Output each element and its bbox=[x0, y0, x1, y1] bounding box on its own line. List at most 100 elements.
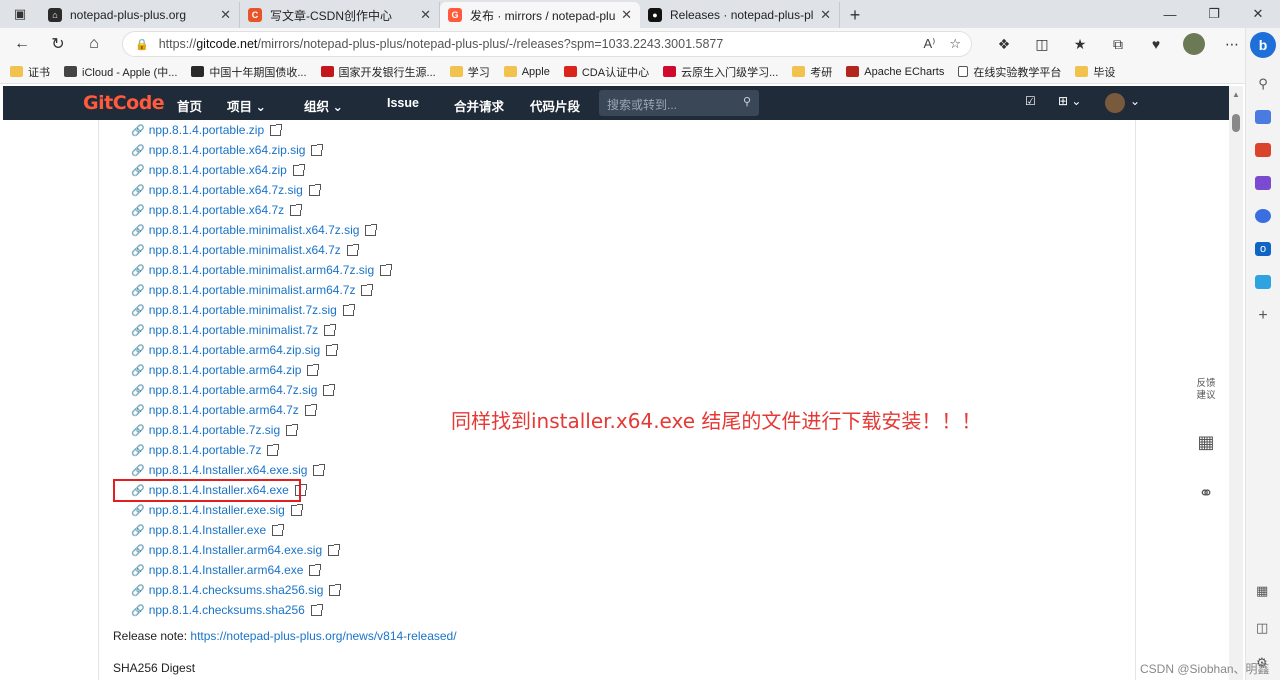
asset-link[interactable]: 🔗 npp.8.1.4.portable.zip bbox=[131, 120, 391, 140]
bookmark-item[interactable]: iCloud - Apple (中... bbox=[64, 64, 177, 80]
address-bar[interactable]: 🔒 https://gitcode.net/mirrors/notepad-pl… bbox=[122, 31, 972, 57]
close-tab-icon[interactable]: ✕ bbox=[220, 7, 231, 23]
external-link-icon[interactable] bbox=[309, 563, 322, 576]
browser-essentials-icon[interactable]: ♥ bbox=[1137, 36, 1175, 52]
asset-link[interactable]: 🔗 npp.8.1.4.Installer.arm64.exe bbox=[131, 560, 391, 580]
page-scrollbar[interactable]: ▲ bbox=[1229, 86, 1243, 680]
external-link-icon[interactable] bbox=[365, 223, 378, 236]
asset-link[interactable]: 🔗 npp.8.1.4.portable.arm64.zip.sig bbox=[131, 340, 391, 360]
release-note-link[interactable]: https://notepad-plus-plus.org/news/v814-… bbox=[190, 629, 456, 643]
external-link-icon[interactable] bbox=[286, 423, 299, 436]
asset-link[interactable]: 🔗 npp.8.1.4.portable.minimalist.x64.7z bbox=[131, 240, 391, 260]
asset-link[interactable]: 🔗 npp.8.1.4.portable.arm64.7z.sig bbox=[131, 380, 391, 400]
gitcode-search-input[interactable]: 搜索或转到... ⚲ bbox=[599, 90, 759, 116]
home-icon[interactable]: ⌂ bbox=[76, 28, 112, 60]
asset-link[interactable]: 🔗 npp.8.1.4.portable.minimalist.7z.sig bbox=[131, 300, 391, 320]
nav-projects[interactable]: 项目 ⌄ bbox=[227, 96, 266, 115]
nav-merge-requests[interactable]: 合并请求 bbox=[454, 96, 504, 115]
close-tab-icon[interactable]: ✕ bbox=[820, 7, 831, 23]
scroll-thumb[interactable] bbox=[1232, 114, 1240, 132]
extensions-icon[interactable]: ❖ bbox=[985, 36, 1023, 53]
back-icon[interactable]: ← bbox=[4, 28, 40, 60]
asset-link[interactable]: 🔗 npp.8.1.4.portable.7z.sig bbox=[131, 420, 391, 440]
external-link-icon[interactable] bbox=[328, 543, 341, 556]
browser-tab[interactable]: G 发布 · mirrors / notepad-plus-plus ✕ bbox=[440, 2, 640, 28]
create-new-icon[interactable]: ⊞ ⌄ bbox=[1058, 94, 1081, 108]
scroll-up-icon[interactable]: ▲ bbox=[1232, 90, 1240, 99]
profile-avatar[interactable] bbox=[1183, 33, 1205, 55]
external-link-icon[interactable] bbox=[346, 243, 359, 256]
external-link-icon[interactable] bbox=[272, 523, 285, 536]
lock-icon[interactable]: 🔒 bbox=[135, 38, 149, 51]
refresh-icon[interactable]: ↻ bbox=[40, 28, 76, 60]
external-link-icon[interactable] bbox=[307, 363, 320, 376]
asset-link[interactable]: 🔗 npp.8.1.4.Installer.x64.exe.sig bbox=[131, 460, 391, 480]
external-link-icon[interactable] bbox=[323, 383, 336, 396]
external-link-icon[interactable] bbox=[292, 163, 305, 176]
restore-icon[interactable]: ❐ bbox=[1192, 0, 1236, 28]
feedback-button[interactable]: 反馈 建议 bbox=[1196, 378, 1215, 402]
browser-tab[interactable]: ● Releases · notepad-plus-plus/no ✕ bbox=[640, 2, 840, 28]
external-link-icon[interactable] bbox=[290, 203, 303, 216]
bookmark-item[interactable]: 学习 bbox=[449, 64, 490, 80]
external-link-icon[interactable] bbox=[290, 503, 303, 516]
asset-link[interactable]: 🔗 npp.8.1.4.portable.x64.zip.sig bbox=[131, 140, 391, 160]
minimize-icon[interactable]: — bbox=[1148, 0, 1192, 28]
bookmark-item[interactable]: Apple bbox=[503, 66, 550, 78]
external-link-icon[interactable] bbox=[329, 583, 342, 596]
chevron-down-icon[interactable]: ⌄ bbox=[1130, 94, 1140, 108]
external-link-icon[interactable] bbox=[342, 303, 355, 316]
nav-snippets[interactable]: 代码片段 bbox=[530, 96, 580, 115]
send-icon[interactable] bbox=[1255, 275, 1271, 289]
asset-link[interactable]: 🔗 npp.8.1.4.portable.minimalist.x64.7z.si… bbox=[131, 220, 391, 240]
close-tab-icon[interactable]: ✕ bbox=[621, 7, 632, 23]
bookmark-item[interactable]: 毕设 bbox=[1075, 64, 1115, 80]
bookmark-item[interactable]: 国家开发银行生源... bbox=[320, 64, 436, 80]
bing-copilot-icon[interactable]: b bbox=[1250, 32, 1276, 58]
favorites-icon[interactable]: ★ bbox=[1061, 36, 1099, 53]
asset-link[interactable]: 🔗 npp.8.1.4.Installer.arm64.exe.sig bbox=[131, 540, 391, 560]
asset-link[interactable]: 🔗 npp.8.1.4.Installer.exe.sig bbox=[131, 500, 391, 520]
asset-link[interactable]: 🔗 npp.8.1.4.portable.x64.7z bbox=[131, 200, 391, 220]
external-link-icon[interactable] bbox=[308, 183, 321, 196]
collections-icon[interactable]: ⧉ bbox=[1099, 36, 1137, 53]
todo-icon[interactable]: ☑ bbox=[1025, 94, 1036, 108]
asset-link[interactable]: 🔗 npp.8.1.4.portable.arm64.zip bbox=[131, 360, 391, 380]
asset-link[interactable]: 🔗 npp.8.1.4.portable.x64.7z.sig bbox=[131, 180, 391, 200]
close-tab-icon[interactable]: ✕ bbox=[420, 7, 431, 23]
favorite-star-icon[interactable]: ☆ bbox=[949, 36, 961, 52]
external-link-icon[interactable] bbox=[270, 123, 283, 136]
tools-briefcase-icon[interactable] bbox=[1255, 143, 1271, 157]
nav-home[interactable]: 首页 bbox=[177, 96, 202, 115]
external-link-icon[interactable] bbox=[380, 263, 393, 276]
close-window-icon[interactable]: ✕ bbox=[1236, 0, 1280, 28]
asset-link[interactable]: 🔗 npp.8.1.4.checksums.sha256.sig bbox=[131, 580, 391, 600]
external-link-icon[interactable] bbox=[324, 323, 337, 336]
outlook-icon[interactable]: o bbox=[1255, 242, 1271, 256]
add-sidebar-app-icon[interactable]: + bbox=[1258, 307, 1267, 325]
external-link-icon[interactable] bbox=[326, 343, 339, 356]
asset-link[interactable]: 🔗 npp.8.1.4.Installer.exe bbox=[131, 520, 391, 540]
asset-link[interactable]: 🔗 npp.8.1.4.portable.7z bbox=[131, 440, 391, 460]
tab-actions-icon[interactable]: ▣ bbox=[0, 0, 40, 28]
browser-tab[interactable]: ⌂ notepad-plus-plus.org ✕ bbox=[40, 2, 240, 28]
bookmark-item[interactable]: 证书 bbox=[10, 64, 50, 80]
split-screen-icon[interactable]: ◫ bbox=[1023, 36, 1061, 53]
browser-tab[interactable]: C 写文章-CSDN创作中心 ✕ bbox=[240, 2, 440, 28]
user-avatar[interactable] bbox=[1105, 93, 1125, 113]
shopping-tag-icon[interactable] bbox=[1255, 110, 1271, 124]
read-aloud-icon[interactable]: A⁾ bbox=[923, 36, 935, 52]
nav-issue[interactable]: Issue bbox=[387, 96, 419, 110]
external-link-icon[interactable] bbox=[304, 403, 317, 416]
bookmark-item[interactable]: Apache ECharts bbox=[846, 66, 944, 78]
bookmark-item[interactable]: CDA认证中心 bbox=[563, 64, 649, 80]
asset-link[interactable]: 🔗 npp.8.1.4.portable.minimalist.arm64.7z bbox=[131, 280, 391, 300]
copilot-icon[interactable] bbox=[1255, 209, 1271, 223]
external-link-icon[interactable] bbox=[361, 283, 374, 296]
bookmark-item[interactable]: 在线实验教学平台 bbox=[958, 64, 1061, 80]
bookmark-item[interactable]: 中国十年期国债收... bbox=[191, 64, 307, 80]
hide-sidebar-icon[interactable]: ◫ bbox=[1256, 620, 1268, 636]
asset-link[interactable]: 🔗 npp.8.1.4.portable.minimalist.arm64.7z.… bbox=[131, 260, 393, 280]
asset-link[interactable]: 🔗 npp.8.1.4.portable.arm64.7z bbox=[131, 400, 391, 420]
qrcode-icon[interactable]: ▦ bbox=[1197, 432, 1214, 453]
